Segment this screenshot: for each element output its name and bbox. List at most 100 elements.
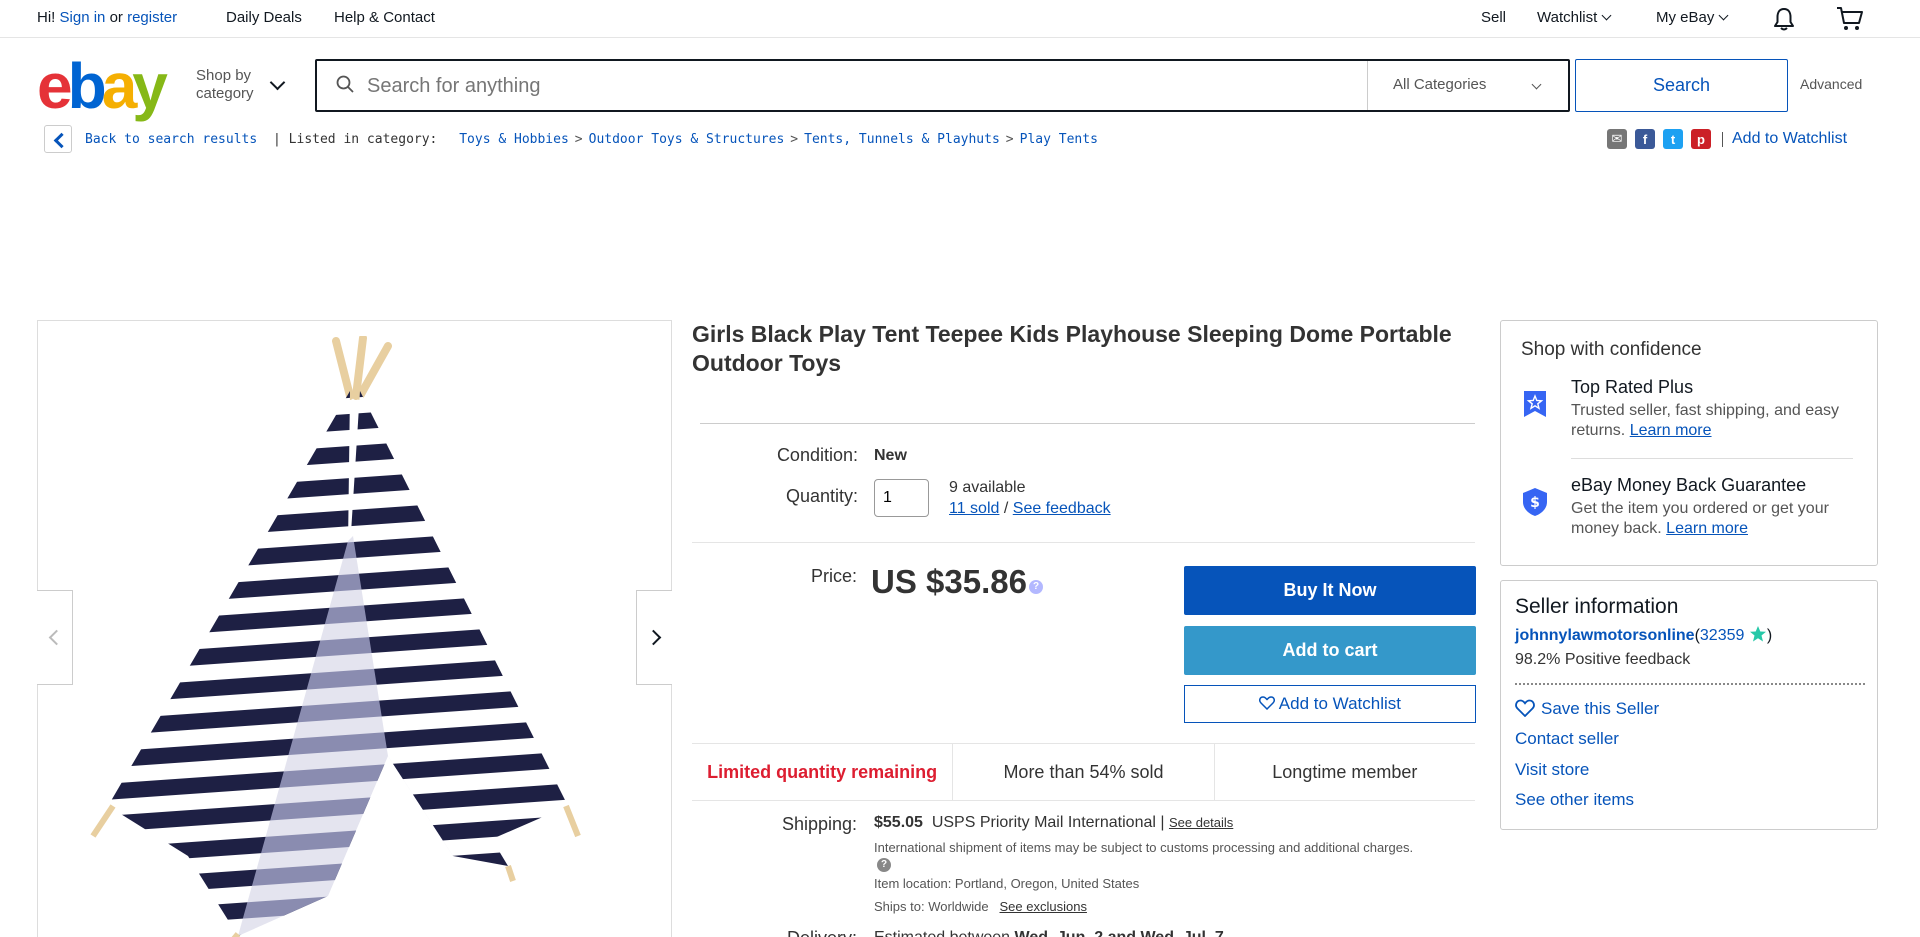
money-back-text: Get the item you ordered or get your mon… xyxy=(1571,499,1851,539)
divider xyxy=(692,542,1475,543)
chevron-down-icon xyxy=(1531,79,1542,90)
star-icon xyxy=(1749,626,1766,642)
product-image[interactable] xyxy=(88,336,628,937)
add-to-watchlist-label: Add to Watchlist xyxy=(1278,694,1401,713)
email-icon[interactable]: ✉ xyxy=(1607,129,1627,149)
intl-shipping-note: International shipment of items may be s… xyxy=(874,840,1414,855)
divider xyxy=(700,423,1475,424)
category-select[interactable]: All Categories xyxy=(1367,61,1568,110)
heart-icon xyxy=(1515,699,1535,717)
shop-by-line2: category xyxy=(196,85,254,102)
save-seller-label: Save this Seller xyxy=(1541,699,1660,718)
breadcrumb-item[interactable]: Play Tents xyxy=(1020,132,1098,147)
shipping-label: Shipping: xyxy=(781,814,857,834)
svg-text:$: $ xyxy=(1530,495,1540,511)
help-icon[interactable]: ? xyxy=(1029,580,1043,594)
shield-dollar-icon: $ xyxy=(1523,488,1547,516)
chevron-down-icon[interactable] xyxy=(269,74,286,91)
breadcrumb-item[interactable]: Toys & Hobbies xyxy=(459,132,569,147)
watchlist-menu[interactable]: Watchlist xyxy=(1537,9,1612,26)
price: US $35.86 xyxy=(871,563,1027,600)
breadcrumb-item[interactable]: Outdoor Toys & Structures xyxy=(589,132,785,147)
search-input[interactable] xyxy=(367,71,1327,101)
sell-link[interactable]: Sell xyxy=(1481,9,1506,26)
availability: 9 available 11 sold / See feedback xyxy=(949,477,1111,519)
learn-more-link[interactable]: Learn more xyxy=(1630,422,1712,439)
ebay-logo[interactable]: ebay xyxy=(37,54,168,118)
signal-percent-sold: More than 54% sold xyxy=(952,744,1213,800)
back-to-results-link[interactable]: Back to search results xyxy=(85,132,257,147)
add-to-watchlist-button[interactable]: Add to Watchlist xyxy=(1184,685,1476,723)
money-back-head: eBay Money Back Guarantee xyxy=(1571,475,1807,495)
top-rated-text: Trusted seller, fast shipping, and easy … xyxy=(1571,401,1851,441)
contact-seller-link[interactable]: Contact seller xyxy=(1515,729,1619,749)
breadcrumb: Back to search results | Listed in categ… xyxy=(85,132,1098,147)
my-ebay-label: My eBay xyxy=(1656,9,1715,26)
see-exclusions-link[interactable]: See exclusions xyxy=(1000,899,1087,914)
advanced-search-link[interactable]: Advanced xyxy=(1800,76,1862,92)
signal-longtime-member: Longtime member xyxy=(1213,744,1475,800)
cart-icon[interactable] xyxy=(1836,6,1864,32)
delivery-text: Estimated between xyxy=(874,929,1010,937)
search-button[interactable]: Search xyxy=(1575,59,1788,112)
image-gallery xyxy=(37,320,672,937)
twitter-icon[interactable]: t xyxy=(1663,129,1683,149)
sign-in-link[interactable]: Sign in xyxy=(60,9,106,26)
greeting-or: or xyxy=(109,9,123,26)
quantity-input[interactable] xyxy=(874,479,929,517)
ships-to: Ships to: Worldwide See exclusions xyxy=(874,899,1087,914)
breadcrumb-separator: > xyxy=(790,132,799,147)
greeting-hi: Hi! xyxy=(37,9,56,26)
help-icon[interactable]: ? xyxy=(877,858,891,872)
search-icon xyxy=(336,75,354,93)
facebook-icon[interactable]: f xyxy=(1635,129,1655,149)
breadcrumb-separator: > xyxy=(1005,132,1014,147)
register-link[interactable]: register xyxy=(127,9,177,26)
back-arrow-icon[interactable] xyxy=(44,125,72,153)
seller-title: Seller information xyxy=(1515,595,1679,618)
daily-deals-link[interactable]: Daily Deals xyxy=(226,9,302,26)
breadcrumb-separator: > xyxy=(574,132,583,147)
bell-icon[interactable] xyxy=(1773,7,1795,31)
visit-store-link[interactable]: Visit store xyxy=(1515,760,1589,780)
buy-it-now-button[interactable]: Buy It Now xyxy=(1184,566,1476,615)
seller-name-link[interactable]: johnnylawmotorsonline xyxy=(1515,627,1695,644)
add-to-watchlist-link[interactable]: Add to Watchlist xyxy=(1721,130,1847,148)
delivery-dates: Wed. Jun. 2 and Wed. Jul. 7 xyxy=(1015,929,1224,937)
pinterest-icon[interactable]: p xyxy=(1691,129,1711,149)
help-contact-link[interactable]: Help & Contact xyxy=(334,9,435,26)
shipping-cost: $55.05 USPS Priority Mail International … xyxy=(874,814,1233,832)
feedback-score-link[interactable]: 32359 xyxy=(1700,627,1745,644)
seller-information: Seller information johnnylawmotorsonline… xyxy=(1500,580,1878,830)
listed-in-label: | Listed in category: xyxy=(273,132,438,147)
divider xyxy=(1571,458,1853,459)
greeting: Hi! Sign in or register xyxy=(37,9,177,26)
gallery-prev-button[interactable] xyxy=(37,590,73,685)
chevron-down-icon xyxy=(1718,10,1729,21)
confidence-title: Shop with confidence xyxy=(1521,339,1702,360)
delivery-estimate: Estimated between Wed. Jun. 2 and Wed. J… xyxy=(874,929,1224,937)
top-bar: Hi! Sign in or register Daily Deals Help… xyxy=(0,0,1920,38)
shop-by-category[interactable]: Shop by category xyxy=(196,67,254,103)
learn-more-link[interactable]: Learn more xyxy=(1666,520,1748,537)
heart-icon xyxy=(1258,696,1276,711)
seller-name-row: johnnylawmotorsonline(32359 ) xyxy=(1515,625,1772,645)
sold-count-link[interactable]: 11 sold xyxy=(949,500,999,517)
my-ebay-menu[interactable]: My eBay xyxy=(1656,9,1729,26)
breadcrumb-item[interactable]: Tents, Tunnels & Playhuts xyxy=(804,132,1000,147)
share-icons: ✉ f t p xyxy=(1607,129,1711,149)
chevron-down-icon xyxy=(1601,10,1612,21)
see-feedback-link[interactable]: See feedback xyxy=(1013,500,1111,517)
search-box: All Categories xyxy=(315,59,1570,112)
see-details-link[interactable]: See details xyxy=(1169,815,1233,830)
save-seller-button[interactable]: Save this Seller xyxy=(1515,699,1659,719)
badge-star-icon xyxy=(1524,391,1546,417)
shipping-method: USPS Priority Mail International | xyxy=(931,814,1165,831)
gallery-next-button[interactable] xyxy=(636,590,672,685)
condition-value: New xyxy=(874,447,907,464)
add-to-cart-button[interactable]: Add to cart xyxy=(1184,626,1476,675)
top-rated-head: Top Rated Plus xyxy=(1571,377,1694,397)
see-other-items-link[interactable]: See other items xyxy=(1515,790,1634,810)
ships-to-value: Ships to: Worldwide xyxy=(874,899,989,914)
available-count: 9 available xyxy=(949,479,1026,496)
